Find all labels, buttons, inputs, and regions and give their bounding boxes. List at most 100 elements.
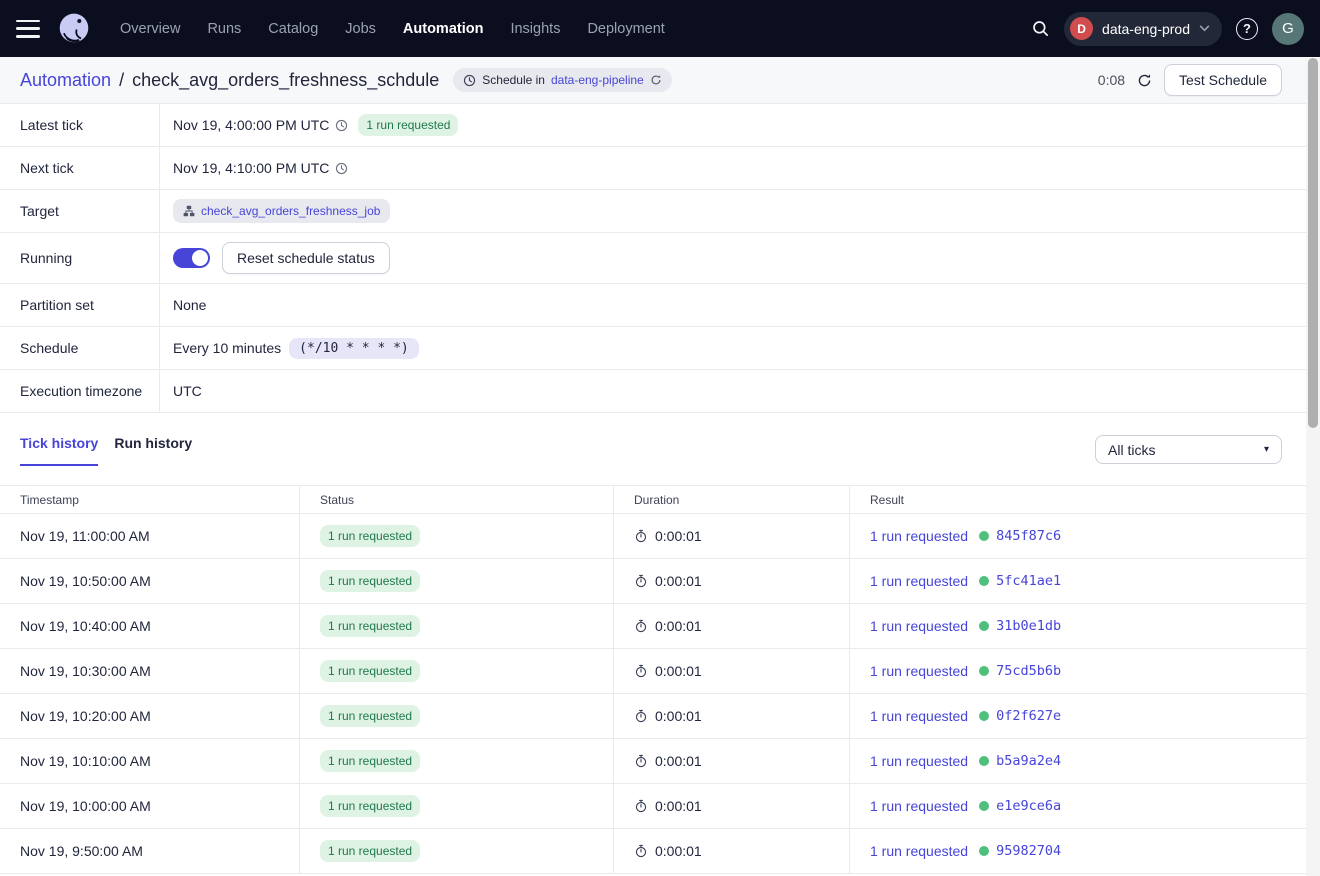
page-scrollbar (1306, 58, 1320, 876)
schedule-interval-text: Every 10 minutes (173, 340, 281, 356)
tick-duration: 0:00:01 (655, 798, 702, 814)
user-avatar[interactable]: G (1272, 13, 1304, 45)
refresh-icon[interactable] (1137, 73, 1152, 88)
tick-duration: 0:00:01 (655, 528, 702, 544)
detail-label: Partition set (0, 284, 160, 326)
runs-requested-link[interactable]: 1 run requested (870, 798, 968, 814)
target-job-link[interactable]: check_avg_orders_freshness_job (201, 204, 380, 218)
tick-filter-select[interactable]: All ticks ▾ (1095, 435, 1282, 464)
status-badge: 1 run requested (320, 570, 420, 592)
run-id-link[interactable]: 0f2f627e (996, 708, 1061, 724)
timezone-value: UTC (173, 383, 202, 399)
run-id-link[interactable]: 845f87c6 (996, 528, 1061, 544)
run-id-link[interactable]: e1e9ce6a (996, 798, 1061, 814)
scrollbar-thumb[interactable] (1308, 58, 1318, 428)
tick-timestamp: Nov 19, 10:10:00 AM (0, 739, 300, 783)
search-icon[interactable] (1031, 19, 1050, 38)
status-badge: 1 run requested (320, 525, 420, 547)
schedule-details: Latest tick Nov 19, 4:00:00 PM UTC 1 run… (0, 104, 1306, 413)
detail-label: Schedule (0, 327, 160, 369)
header-actions: 0:08 Test Schedule (1098, 64, 1282, 96)
run-id-link[interactable]: 75cd5b6b (996, 663, 1061, 679)
latest-tick-time: Nov 19, 4:00:00 PM UTC (173, 117, 329, 133)
refresh-icon[interactable] (650, 74, 662, 86)
tab-run-history[interactable]: Run history (114, 435, 192, 466)
detail-row-partition-set: Partition set None (0, 284, 1306, 327)
top-nav: Overview Runs Catalog Jobs Automation In… (0, 0, 1320, 57)
table-row: Nov 19, 10:50:00 AM 1 run requested 0:00… (0, 559, 1306, 604)
run-requested-badge: 1 run requested (358, 114, 458, 136)
nav-item-runs[interactable]: Runs (207, 21, 241, 37)
dagster-logo-icon[interactable] (56, 11, 92, 47)
deployment-name: data-eng-prod (1102, 21, 1190, 37)
column-header-timestamp: Timestamp (0, 486, 300, 513)
detail-row-target: Target check_avg_orders_freshness_job (0, 190, 1306, 233)
reset-schedule-status-button[interactable]: Reset schedule status (222, 242, 390, 274)
tick-timestamp: Nov 19, 10:20:00 AM (0, 694, 300, 738)
runs-requested-link[interactable]: 1 run requested (870, 573, 968, 589)
tick-history-table: Timestamp Status Duration Result Nov 19,… (0, 485, 1306, 874)
refresh-countdown: 0:08 (1098, 72, 1125, 88)
chevron-down-icon (1199, 25, 1210, 32)
detail-label: Target (0, 190, 160, 232)
test-schedule-button[interactable]: Test Schedule (1164, 64, 1282, 96)
caret-down-icon: ▾ (1264, 444, 1269, 455)
tick-timestamp: Nov 19, 10:50:00 AM (0, 559, 300, 603)
detail-row-running: Running Reset schedule status (0, 233, 1306, 284)
deployment-switcher[interactable]: D data-eng-prod (1064, 12, 1222, 46)
run-status-dot (979, 576, 989, 586)
table-row: Nov 19, 10:20:00 AM 1 run requested 0:00… (0, 694, 1306, 739)
primary-nav: Overview Runs Catalog Jobs Automation In… (120, 21, 665, 37)
table-row: Nov 19, 10:40:00 AM 1 run requested 0:00… (0, 604, 1306, 649)
run-status-dot (979, 846, 989, 856)
next-tick-time: Nov 19, 4:10:00 PM UTC (173, 160, 329, 176)
tick-filter-value: All ticks (1108, 442, 1155, 458)
run-id-link[interactable]: 95982704 (996, 843, 1061, 859)
menu-icon[interactable] (16, 20, 40, 38)
tab-tick-history[interactable]: Tick history (20, 435, 98, 466)
breadcrumb-separator: / (119, 70, 124, 91)
run-status-dot (979, 666, 989, 676)
runs-requested-link[interactable]: 1 run requested (870, 528, 968, 544)
nav-item-overview[interactable]: Overview (120, 21, 180, 37)
breadcrumb-automation-link[interactable]: Automation (20, 70, 111, 91)
nav-item-automation[interactable]: Automation (403, 21, 484, 37)
page-title: check_avg_orders_freshness_schdule (132, 70, 439, 91)
status-badge: 1 run requested (320, 705, 420, 727)
table-row: Nov 19, 9:50:00 AM 1 run requested 0:00:… (0, 829, 1306, 874)
table-row: Nov 19, 11:00:00 AM 1 run requested 0:00… (0, 514, 1306, 559)
detail-label: Latest tick (0, 104, 160, 146)
runs-requested-link[interactable]: 1 run requested (870, 663, 968, 679)
runs-requested-link[interactable]: 1 run requested (870, 618, 968, 634)
tick-timestamp: Nov 19, 10:40:00 AM (0, 604, 300, 648)
help-icon[interactable]: ? (1236, 18, 1258, 40)
detail-label: Running (0, 233, 160, 283)
nav-item-jobs[interactable]: Jobs (345, 21, 376, 37)
tick-timestamp: Nov 19, 9:50:00 AM (0, 829, 300, 873)
detail-label: Next tick (0, 147, 160, 189)
runs-requested-link[interactable]: 1 run requested (870, 708, 968, 724)
column-header-duration: Duration (614, 486, 850, 513)
status-badge: 1 run requested (320, 750, 420, 772)
run-id-link[interactable]: 5fc41ae1 (996, 573, 1061, 589)
clock-icon (335, 162, 348, 175)
page-header: Automation / check_avg_orders_freshness_… (0, 57, 1306, 104)
run-status-dot (979, 801, 989, 811)
run-status-dot (979, 621, 989, 631)
cron-expression-pill: (*/10 * * * *) (289, 338, 419, 359)
status-badge: 1 run requested (320, 840, 420, 862)
run-id-link[interactable]: 31b0e1db (996, 618, 1061, 634)
running-toggle[interactable] (173, 248, 210, 268)
code-location-link[interactable]: data-eng-pipeline (551, 73, 644, 87)
nav-item-insights[interactable]: Insights (510, 21, 560, 37)
location-badge-prefix: Schedule in (482, 73, 545, 87)
detail-row-next-tick: Next tick Nov 19, 4:10:00 PM UTC (0, 147, 1306, 190)
history-tabs: Tick history Run history (20, 435, 192, 466)
tick-timestamp: Nov 19, 10:30:00 AM (0, 649, 300, 693)
runs-requested-link[interactable]: 1 run requested (870, 753, 968, 769)
run-id-link[interactable]: b5a9a2e4 (996, 753, 1061, 769)
nav-item-deployment[interactable]: Deployment (587, 21, 664, 37)
runs-requested-link[interactable]: 1 run requested (870, 843, 968, 859)
target-job-pill: check_avg_orders_freshness_job (173, 199, 390, 223)
nav-item-catalog[interactable]: Catalog (268, 21, 318, 37)
